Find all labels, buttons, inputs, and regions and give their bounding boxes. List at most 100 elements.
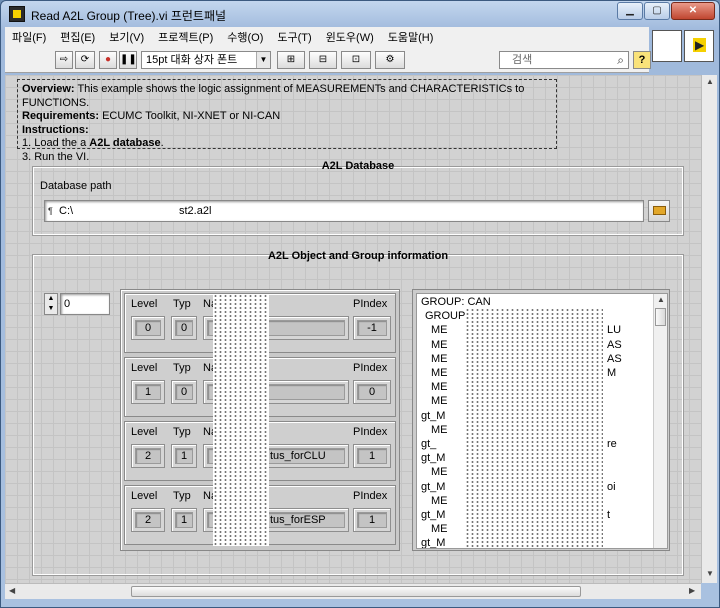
array-index-value[interactable]: 0 [60,293,110,315]
tree-item[interactable]: ME [431,381,448,393]
tree-item[interactable]: gt_M [421,509,445,521]
tree-item[interactable]: gt_M [421,452,445,464]
tree-item[interactable]: ME [431,523,448,535]
run-arrow-icon[interactable]: ⇨ [55,51,73,69]
menu-window[interactable]: 윈도우(W) [319,29,381,45]
pindex-value: -1 [357,320,387,336]
typ-indicator: 0 [171,316,197,340]
menu-bar: 파일(F) 편집(E) 보기(V) 프로젝트(P) 수행(O) 도구(T) 윈도… [5,27,649,47]
level-indicator: 1 [131,380,165,404]
connector-pane-icon[interactable] [652,30,682,62]
tree-item-suffix: M [607,367,617,379]
tree-item[interactable]: ME [431,353,448,365]
chevron-down-icon: ▼ [256,52,270,68]
resize-objects-icon[interactable]: ⊡ [341,51,371,69]
pindex-label: PIndex [353,298,388,310]
pindex-indicator: 1 [353,508,391,532]
menu-file[interactable]: 파일(F) [5,29,53,45]
menu-project[interactable]: 프로젝트(P) [151,29,220,45]
reorder-icon[interactable]: ⚙ [375,51,405,69]
pindex-value: 1 [357,448,387,464]
level-value: 2 [135,512,161,528]
close-button[interactable]: ✕ [671,2,715,20]
group-tree-control[interactable]: gt_M ME gt_M ME gt_M ME gt_M gt_ ME gt_M ME ME ME ME M… [412,289,670,551]
index-spinner[interactable]: ▲ ▼ [44,293,58,315]
typ-label: Typ [173,362,191,374]
menu-tools[interactable]: 도구(T) [270,29,318,45]
instructions-label: Instructions: [22,123,89,136]
folder-icon [652,206,666,215]
search-icon[interactable]: ⌕ [617,52,624,68]
tree-item[interactable]: ME [431,424,448,436]
tree-scrollbar[interactable]: ▲ [653,294,667,548]
browse-button[interactable] [648,200,670,222]
scroll-left-icon[interactable]: ◀ [9,586,15,595]
pindex-value: 1 [357,512,387,528]
run-continuously-icon[interactable]: ⟳ [75,51,95,69]
typ-value: 1 [175,448,193,464]
tree-item[interactable]: ME [431,324,448,336]
scroll-up-icon[interactable]: ▲ [706,77,714,86]
tree-item[interactable]: gt_M [421,481,445,493]
tree-item[interactable]: GROUP: [425,310,468,322]
horizontal-scroll-thumb[interactable] [131,586,581,597]
tree-item[interactable]: gt_M [421,537,445,548]
overview-text: This example shows the logic assignment … [22,83,525,109]
level-label: Level [131,298,158,310]
pause-icon[interactable]: ❚❚ [119,51,137,69]
tree-item[interactable]: ME [431,466,448,478]
scroll-up-icon[interactable]: ▲ [657,295,665,304]
database-path-input[interactable]: ¶ C:\ st2.a2l [44,200,644,222]
overview-label: Overview: [22,83,75,95]
requirements-text: ECUMC Toolkit, NI-XNET or NI-CAN [99,110,281,122]
typ-label: Typ [173,490,191,502]
redaction-noise [213,294,269,546]
tree-item[interactable]: GROUP: CAN [421,296,491,308]
menu-edit[interactable]: 편집(E) [53,29,102,45]
maximize-button[interactable]: ▢ [644,2,670,20]
font-selector[interactable]: 15pt 대화 상자 폰트 ▼ [141,51,271,69]
tree-item[interactable]: ME [431,367,448,379]
group-tree-list[interactable]: gt_M ME gt_M ME gt_M ME gt_M gt_ ME gt_M ME ME ME ME M… [416,293,668,549]
tree-item[interactable]: ME [431,339,448,351]
align-objects-icon[interactable]: ⊞ [277,51,305,69]
pindex-label: PIndex [353,426,388,438]
horizontal-scrollbar[interactable]: ◀ ▶ [5,583,701,599]
minimize-button[interactable]: ▁ [617,2,643,20]
abort-execution-icon[interactable]: ● [99,51,117,69]
menu-help[interactable]: 도움말(H) [381,29,441,45]
array-index-control[interactable]: ▲ ▼ 0 [44,293,112,315]
level-value: 0 [135,320,161,336]
tree-item[interactable]: ME [431,495,448,507]
tree-item-suffix: AS [607,352,622,365]
tree-item[interactable]: ME [431,395,448,407]
pindex-label: PIndex [353,362,388,374]
pindex-indicator: 0 [353,380,391,404]
menu-operate[interactable]: 수행(O) [220,29,270,45]
pindex-indicator: 1 [353,444,391,468]
typ-label: Typ [173,298,191,310]
vi-icon[interactable] [684,30,714,62]
tree-item-suffix: AS [607,338,622,351]
distribute-objects-icon[interactable]: ⊟ [309,51,337,69]
tree-item[interactable]: gt_ [421,438,436,450]
requirements-label: Requirements: [22,110,100,122]
context-help-button[interactable]: ? [633,51,651,69]
scroll-down-icon[interactable]: ▼ [706,569,714,578]
title-bar[interactable]: Read A2L Group (Tree).vi 프런트패널 ▁ ▢ ✕ [1,1,719,27]
tree-scroll-thumb[interactable] [655,308,666,326]
tree-item[interactable]: gt_M [421,410,445,422]
vertical-scrollbar[interactable]: ▲ ▼ [701,75,717,583]
step1-bold: A2L database [89,137,161,149]
window-title: Read A2L Group (Tree).vi 프런트패널 [31,9,227,23]
database-path-value-right: st2.a2l [179,205,212,217]
a2l-database-title: A2L Database [321,160,395,172]
pindex-label: PIndex [353,490,388,502]
scroll-right-icon[interactable]: ▶ [689,586,695,595]
search-input[interactable]: 검색 ⌕ [499,51,629,69]
tree-item-suffix: re [607,438,617,450]
typ-indicator: 1 [171,508,197,532]
menu-view[interactable]: 보기(V) [102,29,151,45]
tree-item-suffix: LU [607,324,622,337]
search-placeholder: 검색 [512,54,533,66]
